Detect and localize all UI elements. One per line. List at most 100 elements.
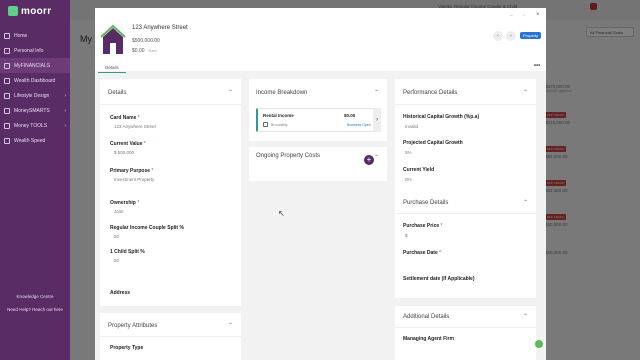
sidebar-item-money-tools[interactable]: Money TOOLS › [0, 118, 70, 133]
field-label-couple-split: Regular Income Couple Split % [110, 225, 184, 231]
sidebar-item-wealth-dashboard[interactable]: Wealth Dashboard [0, 73, 70, 88]
calendar-icon [263, 122, 268, 127]
panel-title: Performance Details [403, 90, 458, 96]
purchase-panel: Purchase Details ⌃ Purchase Price * $ Pu… [395, 190, 536, 298]
modal-header: 123 Anywhere Street $500,000.00 $0.00 Yi… [95, 8, 546, 73]
panel-title: Additional Details [403, 314, 450, 320]
divider [395, 327, 536, 328]
income-item-card[interactable]: Rental Income $0.00 Bi-monthly Business … [256, 108, 381, 132]
chevron-right-icon: › [64, 122, 66, 129]
more-options-button[interactable]: ••• [534, 63, 540, 69]
chevron-up-icon[interactable]: ⌃ [374, 154, 379, 161]
chevron-up-icon[interactable]: ⌃ [523, 199, 528, 206]
field-label-child-split: 1 Child Split % [110, 249, 145, 255]
current-yield-value: 0% [405, 177, 412, 182]
sidebar-item-label: Personal Info [14, 47, 44, 54]
panel-title: Details [108, 90, 127, 96]
child-split-input[interactable]: 50 [114, 258, 119, 263]
tools-icon [4, 122, 10, 129]
user-icon [4, 47, 10, 54]
field-label-projected-growth: Projected Capital Growth [403, 140, 463, 146]
field-label-purchase-price: Purchase Price * [403, 223, 443, 229]
income-period: Bi-monthly [271, 123, 288, 127]
brand-name: moorr [21, 5, 52, 17]
panel-title: Purchase Details [403, 200, 449, 206]
property-address: 123 Anywhere Street [132, 25, 188, 31]
divider [395, 213, 536, 214]
active-tab-indicator [98, 72, 126, 73]
help-link[interactable]: Need Help? Reach out here [0, 307, 70, 312]
chevron-up-icon[interactable]: ⌃ [523, 313, 528, 320]
field-label-purchase-date: Purchase Date * [403, 250, 442, 256]
mouse-cursor-icon: ↖ [278, 209, 285, 218]
wallet-icon [4, 62, 10, 69]
sidebar-item-label: Wealth Speed [14, 137, 46, 144]
add-cost-button[interactable]: + [364, 155, 374, 165]
sidebar-item-label: Money TOOLS [14, 122, 48, 129]
previous-button[interactable]: ‹ [493, 31, 503, 41]
performance-panel: Performance Details ⌃ Historical Capital… [395, 79, 536, 192]
minimize-icon[interactable]: – [510, 13, 513, 19]
chevron-right-icon: › [64, 92, 66, 99]
sidebar-item-label: Wealth Dashboard [14, 77, 56, 84]
chevron-up-icon[interactable]: ⌃ [523, 89, 528, 96]
sidebar-item-myfinancials[interactable]: MyFINANCIALS [0, 58, 70, 73]
sidebar-nav: Home Personal Info MyFINANCIALS Wealth D… [0, 28, 70, 148]
chevron-up-icon[interactable]: ⌃ [228, 89, 233, 96]
historical-growth-value: Invalid [405, 124, 419, 129]
field-label-settlement-date: Settlement date (If Applicable) [403, 276, 475, 282]
moorr-logo-icon [8, 6, 18, 16]
primary-purpose-select[interactable]: Investment Property [114, 177, 154, 182]
field-label-ownership: Ownership * [110, 200, 140, 206]
field-label-current-yield: Current Yield [403, 167, 435, 173]
close-icon[interactable]: × [536, 12, 540, 18]
sidebar-item-label: MyFINANCIALS [14, 62, 51, 69]
knowledge-centre-link[interactable]: Knowledge Centre [0, 294, 70, 299]
property-value: $500,000.00 [132, 38, 160, 44]
field-label-current-value: Current Value * [110, 141, 146, 147]
couple-split-input[interactable]: 50 [114, 234, 119, 239]
purchase-price-input[interactable]: $ [405, 233, 408, 238]
income-type: Business Open [347, 123, 371, 127]
additional-panel: Additional Details ⌃ Managing Agent Firm [395, 306, 536, 360]
panel-title: Ongoing Property Costs [256, 153, 321, 159]
current-value-input[interactable]: $ 500,000 [114, 150, 134, 155]
dashboard-icon [4, 77, 10, 84]
field-label-address: Address [110, 290, 131, 296]
card-name-input[interactable]: 123 Anywhere Street [114, 124, 156, 129]
chevron-up-icon[interactable]: ⌃ [374, 89, 379, 96]
sidebar-item-lifestyle-design[interactable]: Lifestyle Design › [0, 88, 70, 103]
sidebar-item-personal-info[interactable]: Personal Info [0, 43, 70, 58]
income-breakdown-panel: Income Breakdown ⌃ Rental Income $0.00 B… [249, 79, 387, 141]
property-modal: 123 Anywhere Street $500,000.00 $0.00 Yi… [95, 8, 546, 360]
sidebar-item-moneysmarts[interactable]: MoneySMARTS › [0, 103, 70, 118]
next-button[interactable]: › [506, 31, 516, 41]
sidebar-item-home[interactable]: Home [0, 28, 70, 43]
property-attributes-panel: Property Attributes ⌃ Property Type [100, 313, 241, 360]
brand-logo[interactable]: moorr [0, 0, 70, 22]
sidebar: moorr Home Personal Info MyFINANCIALS We… [0, 0, 70, 360]
divider [100, 104, 241, 105]
tab-details[interactable]: Details [105, 65, 119, 70]
field-label-managing-agent: Managing Agent Firm [403, 336, 454, 342]
chat-help-icon[interactable] [535, 340, 543, 348]
property-yield: $0.00 Yield [132, 48, 157, 54]
field-label-primary-purpose: Primary Purpose * [110, 168, 154, 174]
chevron-up-icon[interactable]: ⌃ [228, 322, 233, 329]
field-label-property-type: Property Type [110, 345, 144, 351]
projected-growth-value: 5% [405, 150, 412, 155]
panel-title: Income Breakdown [256, 90, 308, 96]
income-expand-button[interactable]: › [373, 108, 381, 132]
ongoing-costs-panel: Ongoing Property Costs + ⌃ [249, 147, 387, 181]
sidebar-item-wealth-speed[interactable]: Wealth Speed [0, 133, 70, 148]
income-name: Rental Income [263, 113, 294, 118]
field-label-historical-growth: Historical Capital Growth (%p.a) [403, 114, 480, 120]
details-panel: Details ⌃ Card Name * 123 Anywhere Stree… [100, 79, 241, 306]
property-type-badge[interactable]: Property [520, 32, 542, 39]
yield-label: Yield [147, 48, 157, 53]
ownership-select[interactable]: Joint [114, 209, 124, 214]
sidebar-item-label: Home [14, 32, 28, 39]
maximize-icon[interactable]: ▫ [523, 13, 525, 19]
chevron-right-icon: › [64, 107, 66, 114]
sidebar-item-label: MoneySMARTS [14, 107, 50, 114]
